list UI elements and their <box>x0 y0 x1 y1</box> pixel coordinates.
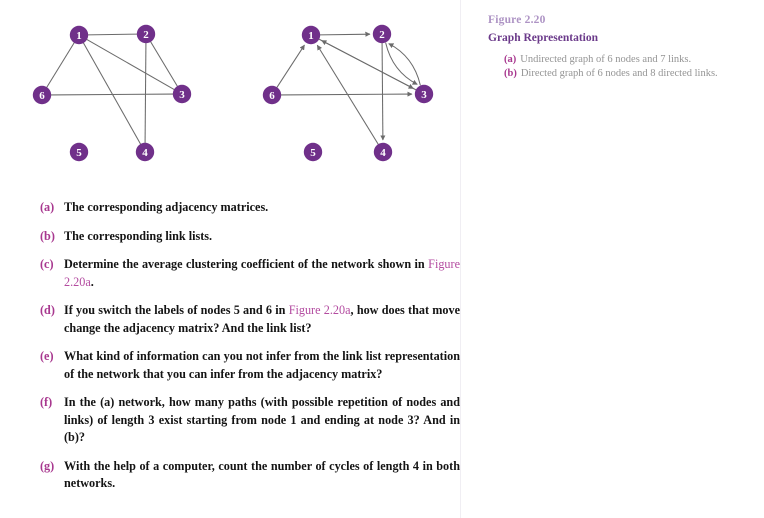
link <box>50 93 174 96</box>
caption-item-text: Undirected graph of 6 nodes and 7 links. <box>520 54 692 65</box>
directed-link <box>385 42 418 85</box>
directed-link <box>388 43 421 86</box>
question-text: The corresponding adjacency matrices. <box>64 199 460 217</box>
question-text: With the help of a computer, count the n… <box>64 458 460 493</box>
question-list: (a) The corresponding adjacency matrices.… <box>40 199 460 493</box>
question-text-fragment: Determine the average clustering coeffic… <box>64 257 429 271</box>
question-text-fragment: If you switch the labels of nodes 5 and … <box>64 303 289 317</box>
graphs-svg: 1 2 3 4 5 6 1 2 3 4 5 6 <box>32 24 434 162</box>
question-text: What kind of information can you not inf… <box>64 348 460 383</box>
question-item: (e) What kind of information can you not … <box>40 348 460 383</box>
question-text-fragment: . <box>90 274 94 289</box>
figure-title: Graph Representation <box>488 32 598 44</box>
graph-node-label: 4 <box>380 147 386 159</box>
graph-node-label: 5 <box>76 147 82 159</box>
graph-node-label: 2 <box>143 29 149 41</box>
link <box>46 42 75 88</box>
caption-item-list: (a) Undirected graph of 6 nodes and 7 lin… <box>470 53 752 80</box>
question-text: In the (a) network, how many paths (with… <box>64 394 460 447</box>
graph-node-label: 3 <box>421 89 427 101</box>
question-text-fragment: The corresponding link lists. <box>64 228 213 243</box>
graph-node-label: 5 <box>310 147 316 159</box>
link <box>150 41 178 87</box>
caption-item: (a) Undirected graph of 6 nodes and 7 lin… <box>504 53 752 66</box>
panel-divider <box>460 0 461 518</box>
figure-reference-link[interactable]: Figure 2.20a <box>289 303 351 317</box>
figure-number: Figure 2.20 <box>488 14 546 26</box>
question-item: (d) If you switch the labels of nodes 5 a… <box>40 302 460 337</box>
question-label: (e) <box>40 349 54 363</box>
question-item: (c) Determine the average clustering coef… <box>40 256 460 291</box>
question-label: (a) <box>40 200 55 214</box>
question-text: If you switch the labels of nodes 5 and … <box>64 302 460 337</box>
question-label: (d) <box>40 303 55 317</box>
link <box>144 42 147 144</box>
textbook-figure-page: 1 2 3 4 5 6 1 2 3 4 5 6 Figure 2.20 Graph Represen… <box>0 0 764 518</box>
question-item: (b) The corresponding link lists. <box>40 228 460 246</box>
graph-node-label: 2 <box>379 29 385 41</box>
graph-node-label: 6 <box>269 90 275 102</box>
figure-illustration-area: 1 2 3 4 5 6 1 2 3 4 5 6 <box>0 0 460 185</box>
caption-item-text: Directed graph of 6 nodes and 8 directed… <box>520 68 718 79</box>
directed-link <box>380 42 386 141</box>
link <box>82 42 142 145</box>
question-text: Determine the average clustering coeffic… <box>64 256 460 291</box>
directed-link <box>276 44 305 88</box>
directed-link <box>280 91 413 97</box>
directed-graph-edges <box>276 31 421 145</box>
caption-item: (b) Directed graph of 6 nodes and 8 direc… <box>504 67 752 80</box>
graph-node-label: 1 <box>308 30 314 42</box>
directed-link <box>319 31 371 37</box>
graph-node-label: 6 <box>39 90 45 102</box>
caption-item-label: (a) <box>504 54 517 65</box>
directed-link <box>321 40 417 91</box>
question-text-fragment: With the help of a computer, count the n… <box>64 458 460 491</box>
graph-node-label: 4 <box>142 147 148 159</box>
question-text-fragment: In the (a) network, how many paths (with… <box>64 395 460 444</box>
undirected-graph-edges <box>46 33 178 145</box>
question-label: (f) <box>40 395 53 409</box>
question-item: (a) The corresponding adjacency matrices. <box>40 199 460 217</box>
question-text-fragment: What kind of information can you not inf… <box>64 349 460 381</box>
question-item: (g) With the help of a computer, count th… <box>40 458 460 493</box>
link <box>86 38 175 91</box>
question-label: (b) <box>40 228 55 243</box>
figure-caption-panel: Figure 2.20 Graph Representation (a) Undi… <box>470 14 752 81</box>
question-text-fragment: The corresponding adjacency matrices. <box>64 200 269 214</box>
question-text: The corresponding link lists. <box>64 228 460 246</box>
question-label: (c) <box>40 257 54 271</box>
graph-node-label: 3 <box>179 89 185 101</box>
graph-node-label: 1 <box>76 30 82 42</box>
question-label: (g) <box>40 458 55 473</box>
directed-graph-nodes: 1 2 3 4 5 6 <box>262 24 434 162</box>
link <box>87 33 138 36</box>
question-item: (f) In the (a) network, how many paths (w… <box>40 394 460 447</box>
caption-item-label: (b) <box>504 68 517 79</box>
